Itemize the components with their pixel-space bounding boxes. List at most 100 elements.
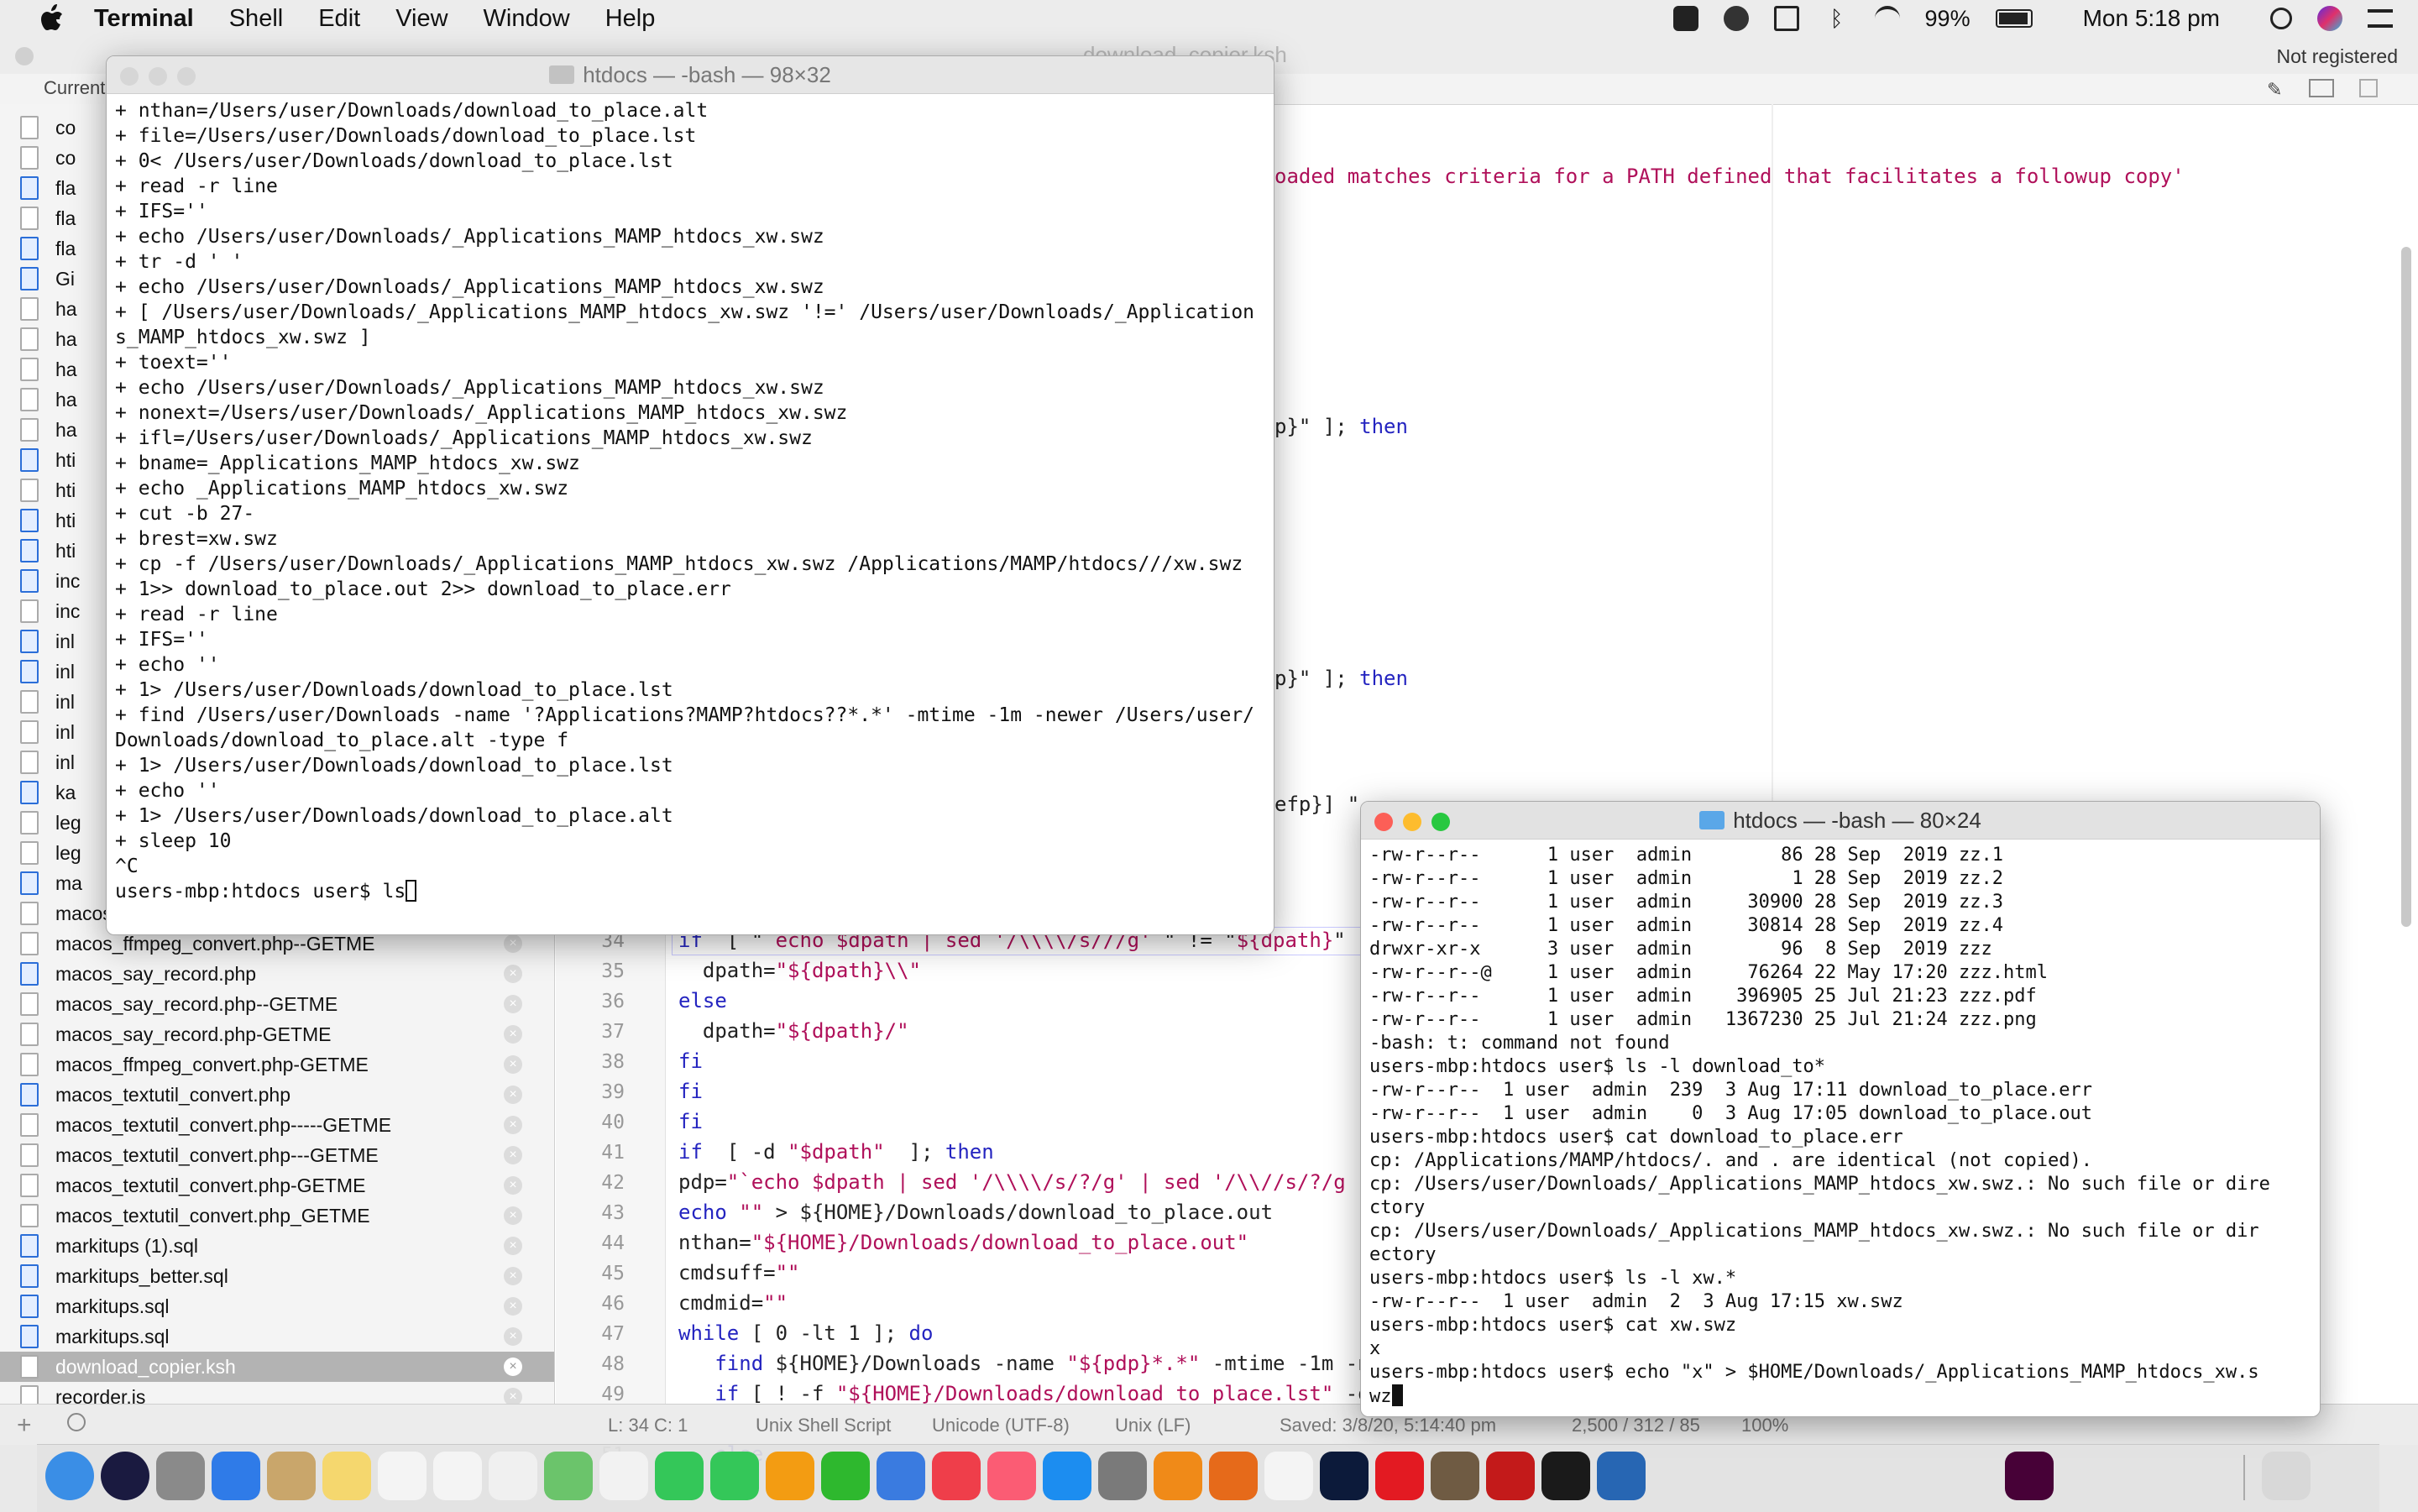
code-line[interactable]: pdp="`echo $dpath | sed '/\\\\/s/?/g' | …: [678, 1170, 1346, 1194]
sidebar-file-item[interactable]: markitups.sql ×: [20, 1291, 522, 1321]
notification-center-icon[interactable]: [2368, 9, 2393, 28]
terminal-icon[interactable]: [1541, 1452, 1590, 1500]
code-line[interactable]: dpath="${dpath}/": [678, 1019, 909, 1043]
close-file-icon[interactable]: ×: [504, 1297, 522, 1316]
sidebar-file-item[interactable]: hti: [20, 445, 76, 475]
sidebar-file-item[interactable]: inl: [20, 747, 75, 777]
close-file-icon[interactable]: ×: [504, 1358, 522, 1376]
calendar-icon[interactable]: [378, 1452, 427, 1500]
xd-icon[interactable]: [2005, 1452, 2054, 1500]
firefox-icon[interactable]: [1209, 1452, 1258, 1500]
terminal-prompt-line[interactable]: users-mbp:htdocs user$ ls: [115, 879, 1254, 904]
sidebar-file-item[interactable]: macos_textutil_convert.php-----GETME ×: [20, 1110, 522, 1140]
close-file-icon[interactable]: ×: [504, 1206, 522, 1225]
close-file-icon[interactable]: ×: [504, 1055, 522, 1074]
close-file-icon[interactable]: ×: [504, 1388, 522, 1404]
facetime-icon[interactable]: [710, 1452, 759, 1500]
sidebar-file-item[interactable]: ma: [20, 868, 82, 898]
sidebar-file-item[interactable]: markitups (1).sql ×: [20, 1231, 522, 1261]
sidebar-file-item[interactable]: inc: [20, 566, 80, 596]
sidebar-file-item[interactable]: inc: [20, 596, 80, 626]
close-file-icon[interactable]: ×: [504, 1176, 522, 1195]
zoom-level[interactable]: 100%: [1741, 1415, 1788, 1436]
keynote-icon[interactable]: [877, 1452, 925, 1500]
editor-close-button[interactable]: [15, 47, 34, 65]
notes-icon[interactable]: [322, 1452, 371, 1500]
split-view-icon[interactable]: [2359, 79, 2378, 97]
close-file-icon[interactable]: ×: [504, 1146, 522, 1164]
pages-icon[interactable]: [766, 1452, 814, 1500]
siri-icon[interactable]: [2317, 6, 2342, 31]
code-line[interactable]: echo "" > ${HOME}/Downloads/download_to_…: [678, 1201, 1273, 1224]
sidebar-file-item[interactable]: macos_textutil_convert.php---GETME ×: [20, 1140, 522, 1170]
launchpad-icon[interactable]: [156, 1452, 205, 1500]
sidebar-file-item[interactable]: ha: [20, 415, 77, 445]
sidebar-file-item[interactable]: hti: [20, 505, 76, 536]
menu-view[interactable]: View: [395, 5, 447, 33]
code-line[interactable]: fi: [678, 1049, 703, 1073]
safari-icon[interactable]: [212, 1452, 260, 1500]
appstore-icon[interactable]: [1043, 1452, 1091, 1500]
chrome-icon[interactable]: [1264, 1452, 1313, 1500]
sidebar-file-item[interactable]: fla: [20, 203, 76, 233]
close-file-icon[interactable]: ×: [504, 1327, 522, 1346]
sidebar-file-item[interactable]: macos_say_record.php ×: [20, 959, 522, 989]
sidebar-file-item[interactable]: co: [20, 112, 76, 143]
bluetooth-icon[interactable]: ᛒ: [1824, 6, 1850, 31]
close-file-icon[interactable]: ×: [504, 965, 522, 983]
sidebar-file-item[interactable]: macos_ffmpeg_convert.php-GETME ×: [20, 1049, 522, 1080]
code-line[interactable]: fi: [678, 1110, 703, 1133]
vlc-icon[interactable]: [1154, 1452, 1202, 1500]
apple-menu-icon[interactable]: [30, 0, 77, 37]
language-selector[interactable]: Unix Shell Script: [756, 1415, 891, 1436]
spotlight-search-icon[interactable]: [2270, 8, 2292, 29]
menu-shell[interactable]: Shell: [229, 5, 284, 33]
close-file-icon[interactable]: ×: [504, 1267, 522, 1285]
sidebar-file-item[interactable]: hti: [20, 536, 76, 566]
battery-icon[interactable]: [1995, 9, 2033, 28]
sidebar-file-item[interactable]: ha: [20, 385, 77, 415]
terminal-main-close-button[interactable]: [120, 67, 139, 86]
terminal-main-output[interactable]: + nthan=/Users/user/Downloads/download_t…: [115, 98, 1254, 904]
menu-clock[interactable]: Mon 5:18 pm: [2083, 5, 2220, 32]
menu-edit[interactable]: Edit: [318, 5, 360, 33]
sidebar-file-item[interactable]: macos_say_record.php-GETME ×: [20, 1019, 522, 1049]
menu-app-name[interactable]: Terminal: [94, 5, 194, 33]
malwarebytes-icon[interactable]: [1723, 6, 1749, 31]
preview-icon[interactable]: [267, 1452, 316, 1500]
sidebar-file-item[interactable]: download_copier.ksh ×: [0, 1352, 554, 1382]
code-line[interactable]: cmdmid="": [678, 1291, 788, 1315]
sidebar-file-item[interactable]: macos_say_record.php--GETME ×: [20, 989, 522, 1019]
sidebar-file-item[interactable]: macos_textutil_convert.php_GETME ×: [20, 1201, 522, 1231]
sidebar-file-item[interactable]: ha: [20, 354, 77, 385]
photoshop-icon[interactable]: [1320, 1452, 1369, 1500]
sidebar-file-item[interactable]: hti: [20, 475, 76, 505]
terminal-second-close-button[interactable]: [1374, 813, 1393, 831]
sidebar-file-item[interactable]: co: [20, 143, 76, 173]
recent-clock-icon[interactable]: [67, 1413, 86, 1431]
reminders-icon[interactable]: [489, 1452, 537, 1500]
code-line[interactable]: if [ ! -f "${HOME}/Downloads/download_to…: [678, 1382, 1369, 1405]
sidebar-file-item[interactable]: leg: [20, 838, 81, 868]
add-file-icon[interactable]: +: [17, 1411, 32, 1440]
close-file-icon[interactable]: ×: [504, 1237, 522, 1255]
close-file-icon[interactable]: ×: [504, 934, 522, 953]
code-line[interactable]: while [ 0 -lt 1 ]; do: [678, 1321, 933, 1345]
maps-icon[interactable]: [544, 1452, 593, 1500]
close-file-icon[interactable]: ×: [504, 1086, 522, 1104]
airplay-icon[interactable]: [1773, 6, 1799, 31]
opera-icon[interactable]: [1375, 1452, 1424, 1500]
r-icon[interactable]: [1597, 1452, 1646, 1500]
line-endings-selector[interactable]: Unix (LF): [1115, 1415, 1191, 1436]
music-icon[interactable]: [987, 1452, 1036, 1500]
code-line[interactable]: cmdsuff="": [678, 1261, 800, 1284]
sidebar-file-item[interactable]: inl: [20, 657, 75, 687]
sidebar-file-item[interactable]: ha: [20, 294, 77, 324]
terminal-second-zoom-button[interactable]: [1431, 813, 1450, 831]
news-icon[interactable]: [932, 1452, 981, 1500]
finder-icon[interactable]: [45, 1452, 94, 1500]
siri-icon[interactable]: [101, 1452, 149, 1500]
pen-icon[interactable]: ✎: [2267, 79, 2285, 100]
sidebar-file-item[interactable]: macos_textutil_convert.php-GETME ×: [20, 1170, 522, 1201]
code-line[interactable]: nthan="${HOME}/Downloads/download_to_pla…: [678, 1231, 1248, 1254]
